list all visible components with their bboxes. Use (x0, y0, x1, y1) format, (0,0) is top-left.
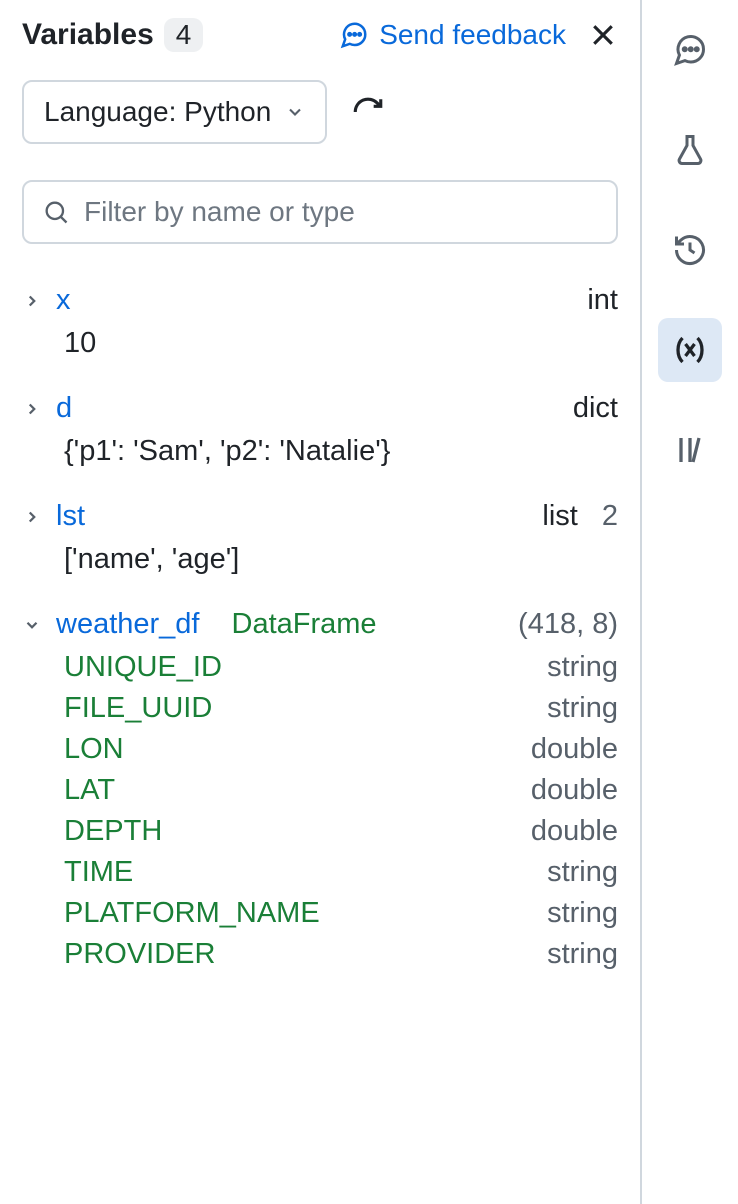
comment-icon (339, 20, 369, 50)
flask-icon (672, 132, 708, 168)
rail-variables[interactable] (658, 318, 722, 382)
variable-length: 2 (602, 500, 618, 533)
variable-name: x (56, 284, 71, 317)
column-name: TIME (64, 856, 133, 889)
column-row: LON double (64, 729, 618, 770)
column-type: string (547, 692, 618, 725)
column-type: string (547, 651, 618, 684)
column-name: DEPTH (64, 815, 162, 848)
variable-name: d (56, 392, 72, 425)
filter-input[interactable] (84, 196, 598, 228)
variable-row[interactable]: x int (22, 284, 618, 317)
variable-type: DataFrame (232, 608, 377, 641)
variable-count-badge: 4 (164, 18, 204, 52)
column-type: string (547, 938, 618, 971)
column-name: PLATFORM_NAME (64, 897, 320, 930)
controls-row: Language: Python (22, 80, 618, 144)
column-type: double (531, 815, 618, 848)
history-icon (672, 232, 708, 268)
variable-row[interactable]: d dict (22, 392, 618, 425)
chevron-right-icon (23, 508, 41, 526)
language-select[interactable]: Language: Python (22, 80, 327, 144)
variable-name: weather_df (56, 608, 200, 641)
variables-icon (672, 332, 708, 368)
columns-icon (672, 432, 708, 468)
column-row: DEPTH double (64, 811, 618, 852)
column-type: double (531, 733, 618, 766)
column-row: LAT double (64, 770, 618, 811)
column-row: TIME string (64, 852, 618, 893)
column-name: LAT (64, 774, 115, 807)
close-button[interactable] (588, 20, 618, 50)
expand-toggle[interactable] (22, 616, 42, 634)
column-name: FILE_UUID (64, 692, 212, 725)
refresh-button[interactable] (351, 95, 385, 129)
variables-panel: Variables 4 Send feedback Language: Pyth… (0, 0, 642, 1204)
column-row: PLATFORM_NAME string (64, 893, 618, 934)
column-type: string (547, 856, 618, 889)
refresh-icon (351, 95, 385, 129)
rail-history[interactable] (658, 218, 722, 282)
column-row: FILE_UUID string (64, 688, 618, 729)
variable-list: x int 10 d dict {'p1': 'Sam', 'p2': 'Natalie'… (22, 284, 618, 975)
variable-type: dict (573, 392, 618, 425)
column-name: UNIQUE_ID (64, 651, 222, 684)
variable-item: weather_dfDataFrame(418, 8)UNIQUE_IDstri… (22, 608, 618, 975)
send-feedback-link[interactable]: Send feedback (339, 19, 566, 51)
variable-value: {'p1': 'Sam', 'p2': 'Natalie'} (64, 435, 618, 468)
variable-name: lst (56, 500, 85, 533)
chevron-down-icon (23, 616, 41, 634)
column-type: string (547, 897, 618, 930)
comment-icon (672, 32, 708, 68)
variable-value: 10 (64, 327, 618, 360)
rail-experiments[interactable] (658, 118, 722, 182)
variable-item: x int 10 (22, 284, 618, 360)
variable-shape: (418, 8) (518, 608, 618, 641)
column-row: UNIQUE_ID string (64, 647, 618, 688)
variable-item: lst list 2 ['name', 'age'] (22, 500, 618, 576)
expand-toggle[interactable] (22, 508, 42, 526)
search-icon (42, 198, 70, 226)
column-row: PROVIDER string (64, 934, 618, 975)
variable-value: ['name', 'age'] (64, 543, 618, 576)
variable-type: int (587, 284, 618, 317)
panel-title: Variables (22, 18, 154, 52)
right-rail (642, 0, 738, 1204)
variable-item: d dict {'p1': 'Sam', 'p2': 'Natalie'} (22, 392, 618, 468)
dataframe-columns: UNIQUE_IDstringFILE_UUIDstringLONdoubleL… (64, 647, 618, 975)
chevron-right-icon (23, 400, 41, 418)
send-feedback-label: Send feedback (379, 19, 566, 51)
chevron-down-icon (285, 102, 305, 122)
expand-toggle[interactable] (22, 400, 42, 418)
language-select-label: Language: Python (44, 96, 271, 128)
rail-comments[interactable] (658, 18, 722, 82)
rail-columns[interactable] (658, 418, 722, 482)
column-name: PROVIDER (64, 938, 215, 971)
column-name: LON (64, 733, 124, 766)
expand-toggle[interactable] (22, 292, 42, 310)
variable-type: list (542, 500, 577, 533)
variable-row[interactable]: weather_df DataFrame (418, 8) (22, 608, 618, 641)
close-icon (588, 20, 618, 50)
chevron-right-icon (23, 292, 41, 310)
variable-row[interactable]: lst list 2 (22, 500, 618, 533)
panel-header: Variables 4 Send feedback (22, 18, 618, 52)
filter-field[interactable] (22, 180, 618, 244)
column-type: double (531, 774, 618, 807)
